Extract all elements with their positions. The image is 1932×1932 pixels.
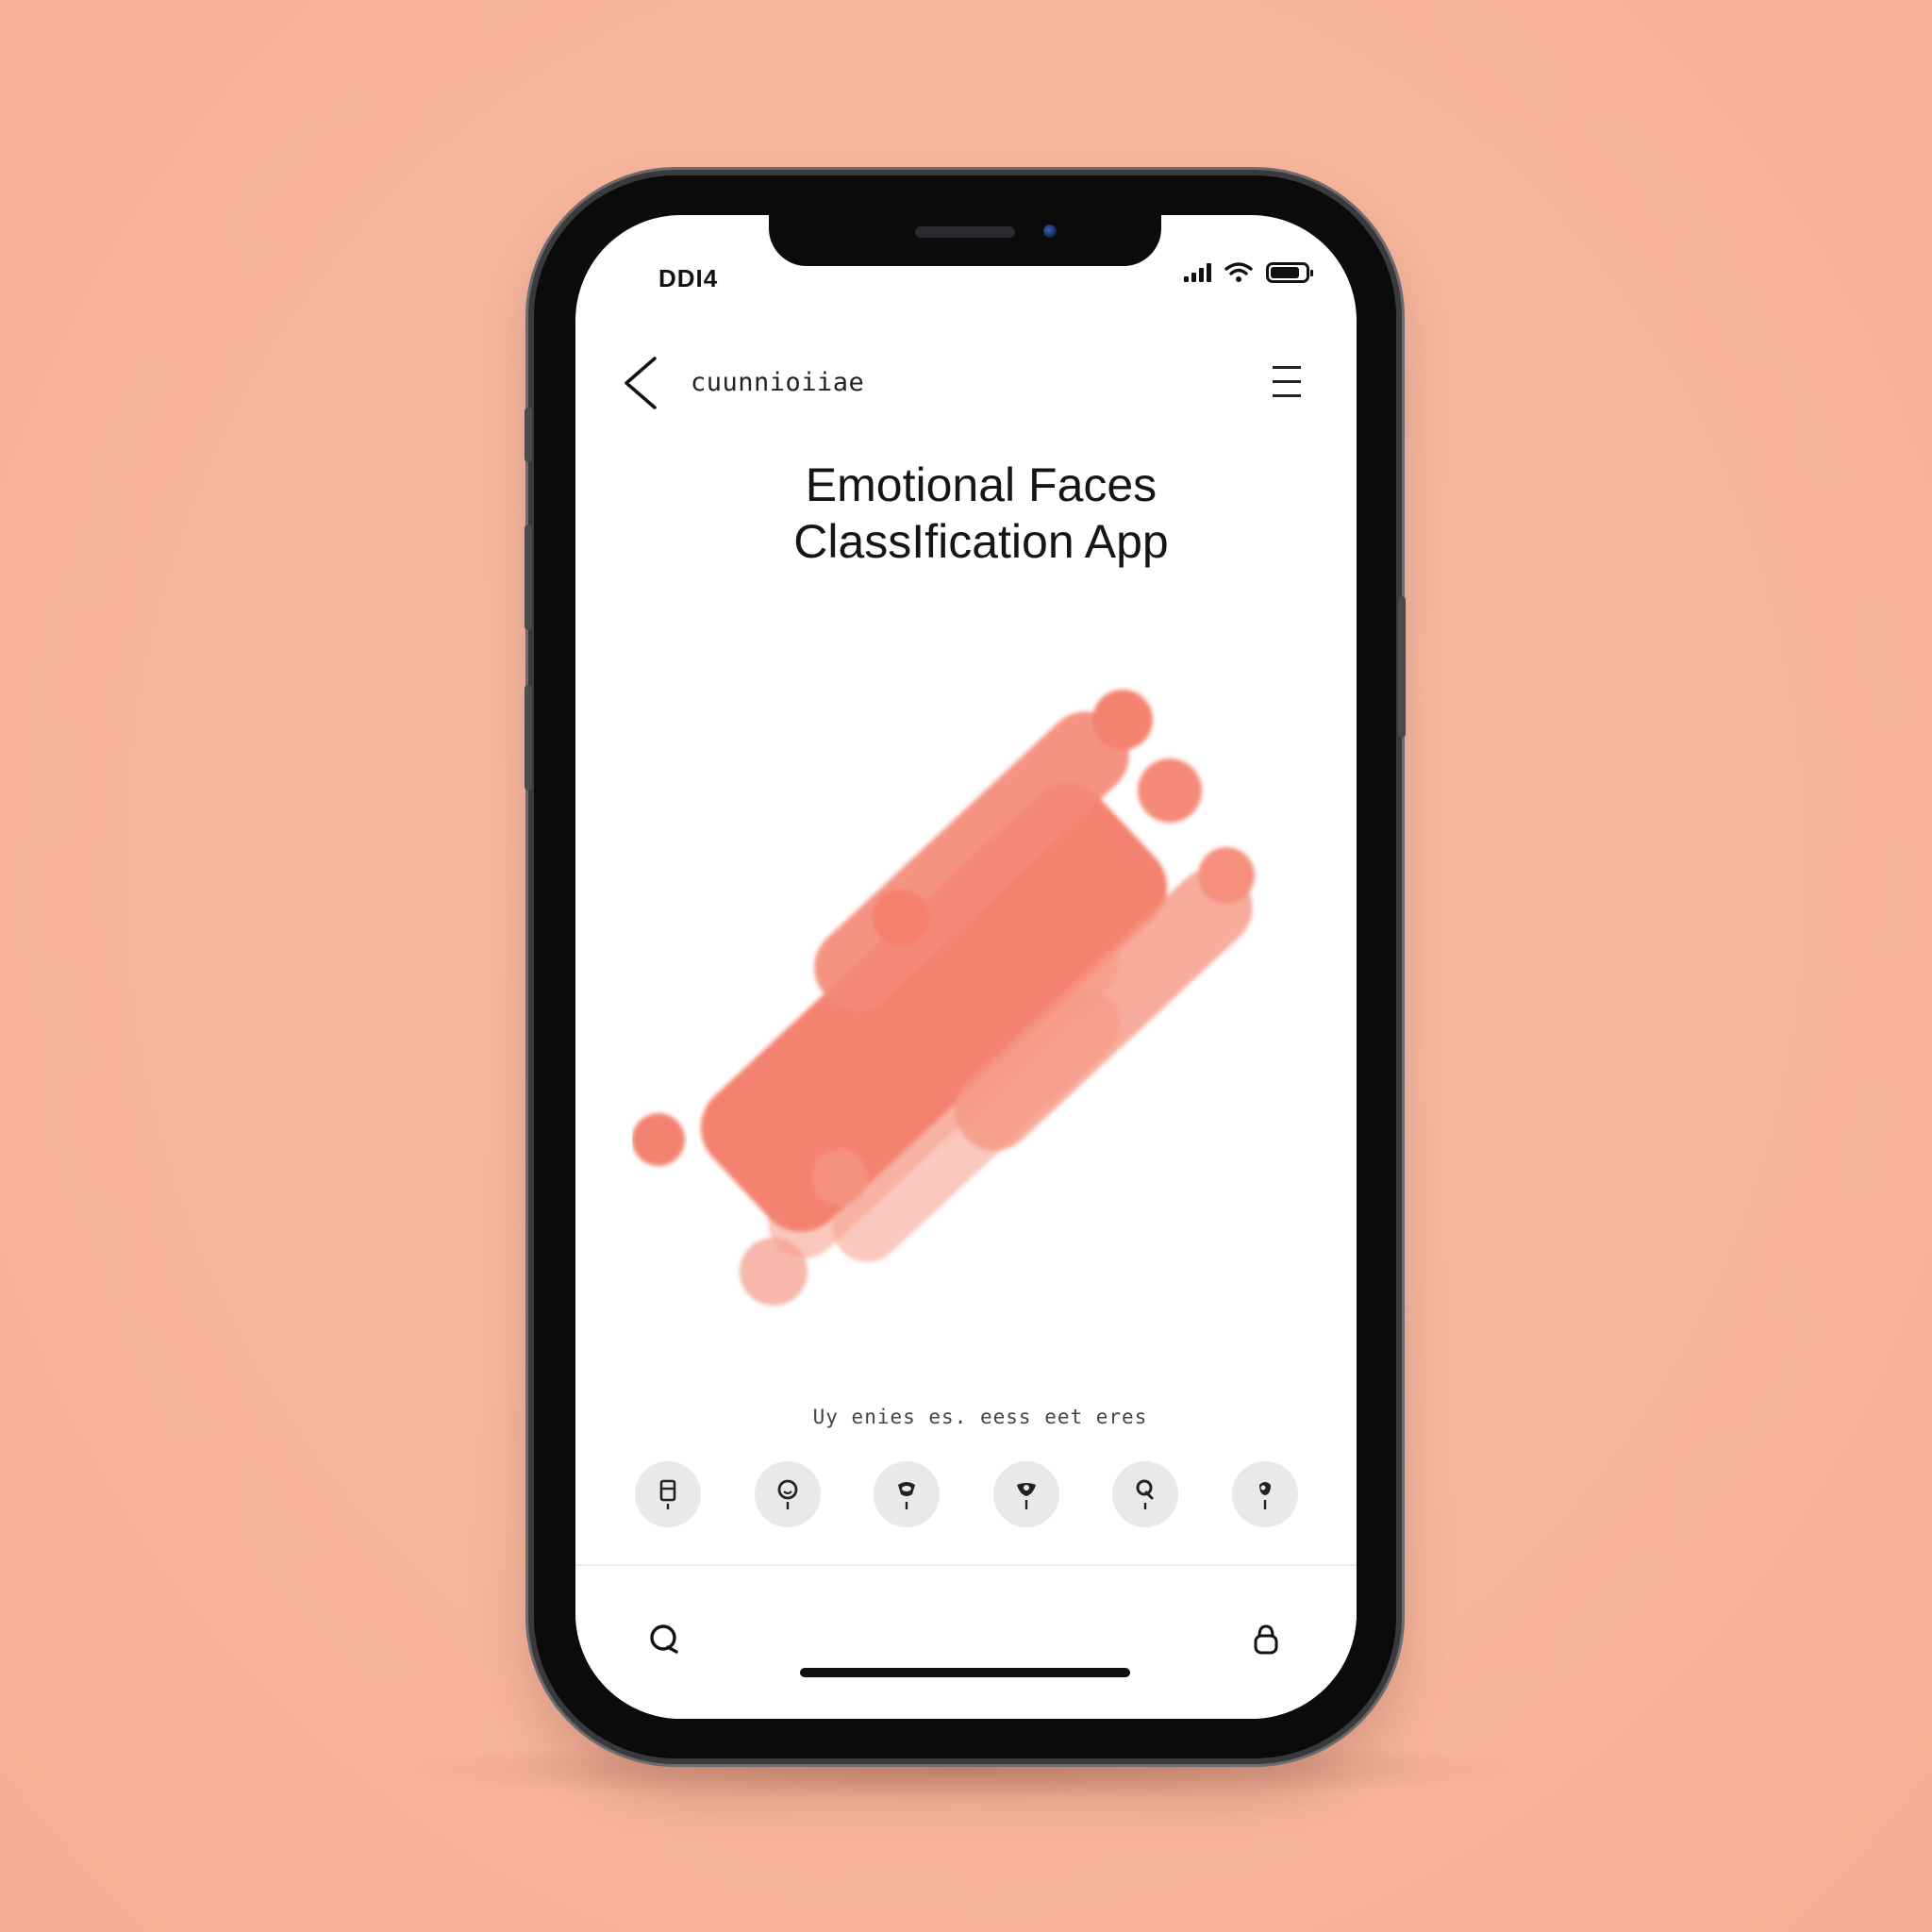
nav-title: cuunnioiiae xyxy=(691,368,865,397)
navigation-bar: cuunnioiiae xyxy=(575,338,1357,423)
wifi-icon xyxy=(1224,262,1253,282)
hamburger-icon xyxy=(1270,364,1304,397)
hero-bump xyxy=(632,1113,685,1166)
emotion-selector xyxy=(635,1461,1298,1531)
fear-face-icon xyxy=(1258,1482,1271,1509)
volume-down-button xyxy=(525,685,532,791)
hero-bump xyxy=(873,890,929,946)
tab-bar xyxy=(575,1566,1357,1719)
emotion-button-sad[interactable] xyxy=(874,1461,941,1527)
earpiece-speaker xyxy=(915,226,1015,238)
surprised-face-icon xyxy=(1016,1483,1036,1509)
mute-switch xyxy=(525,408,532,462)
back-button[interactable] xyxy=(617,355,666,411)
hero-bump xyxy=(1092,690,1153,750)
page-title-line-1: Emotional Faces xyxy=(805,458,1158,511)
angry-face-icon xyxy=(1136,1479,1154,1509)
chevron-left-icon xyxy=(625,357,657,409)
battery-level xyxy=(1271,267,1300,278)
emotion-button-neutral[interactable] xyxy=(635,1461,701,1527)
phone-screen: DDI4 cuunnioiiae Emotional Faces ClassIf… xyxy=(575,215,1357,1719)
hero-illustration xyxy=(632,690,1255,1306)
notch xyxy=(769,215,1161,266)
tab-search[interactable] xyxy=(645,1621,683,1658)
backdrop: DDI4 cuunnioiiae Emotional Faces ClassIf… xyxy=(0,0,1932,1932)
volume-up-button xyxy=(525,525,532,630)
page-title-line-2: ClassIfication App xyxy=(793,515,1169,568)
page-title: Emotional Faces ClassIfication App xyxy=(575,457,1357,570)
front-camera xyxy=(1043,225,1057,238)
status-time: DDI4 xyxy=(658,264,719,292)
happy-face-icon xyxy=(777,1479,797,1509)
power-button xyxy=(1398,596,1406,738)
hero-bump xyxy=(1198,847,1255,904)
sad-face-icon xyxy=(898,1482,916,1509)
caption-text: Uy enies es. eess eet eres xyxy=(812,1406,1148,1428)
profile-icon xyxy=(1254,1624,1278,1655)
emotion-button-angry[interactable] xyxy=(1112,1461,1179,1527)
signal-icon xyxy=(1184,263,1211,282)
search-icon xyxy=(650,1624,678,1654)
status-icons xyxy=(1184,262,1313,283)
emotion-button-happy[interactable] xyxy=(754,1461,821,1527)
menu-button[interactable] xyxy=(1270,364,1304,402)
hero-bump xyxy=(740,1238,808,1306)
emotion-button-fear[interactable] xyxy=(1231,1461,1298,1527)
emotion-button-surprised[interactable] xyxy=(992,1461,1059,1527)
neutral-face-icon xyxy=(659,1479,676,1509)
home-indicator[interactable] xyxy=(800,1668,1130,1677)
phone-frame: DDI4 cuunnioiiae Emotional Faces ClassIf… xyxy=(525,175,1406,1758)
hero-bump xyxy=(1138,758,1202,823)
tab-profile[interactable] xyxy=(1247,1621,1285,1658)
hero-bump xyxy=(811,1149,868,1206)
battery-icon xyxy=(1266,262,1313,283)
